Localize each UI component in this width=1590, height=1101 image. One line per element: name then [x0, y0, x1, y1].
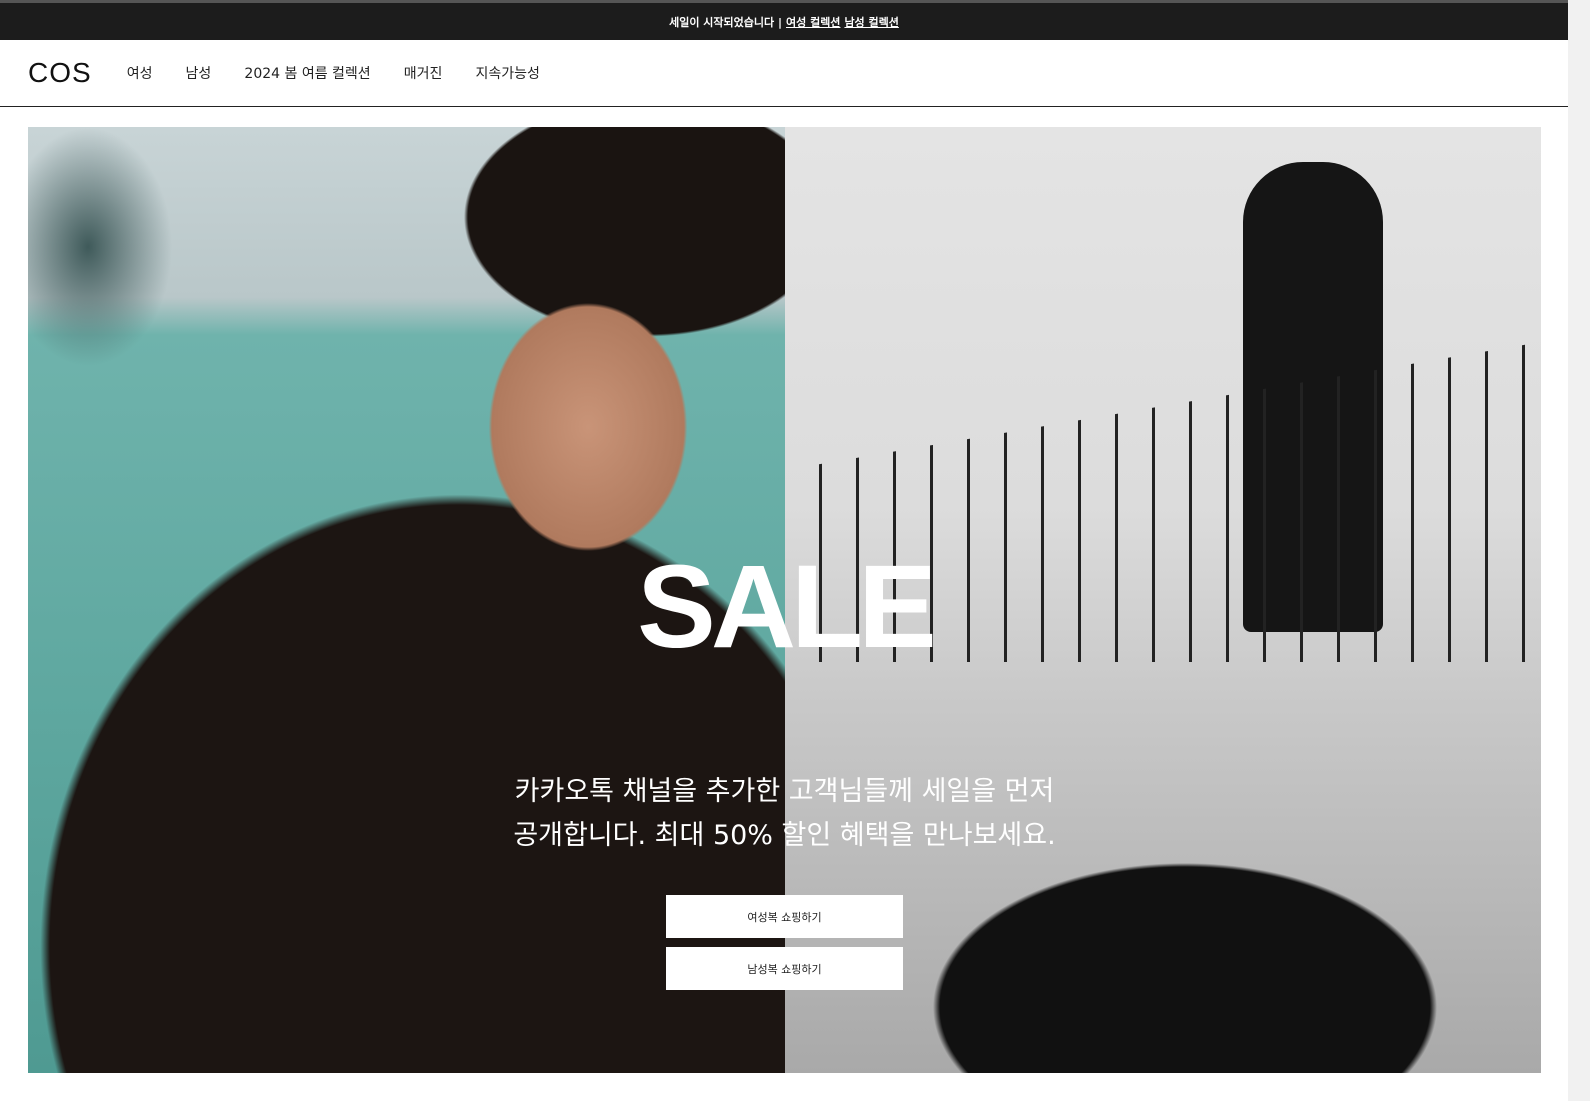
women-collection-link[interactable]: 여성 컬렉션	[786, 14, 840, 30]
nav-sustainability[interactable]: 지속가능성	[476, 66, 540, 82]
nav-women[interactable]: 여성	[127, 66, 153, 82]
shop-men-button[interactable]: 남성복 쇼핑하기	[666, 947, 903, 990]
main-nav: 여성 남성 2024 봄 여름 컬렉션 매거진 지속가능성	[127, 63, 568, 83]
hero-banner[interactable]: SALE 카카오톡 채널을 추가한 고객님들께 세일을 먼저 공개합니다. 최대…	[28, 127, 1541, 1073]
announcement-bar: 세일이 시작되었습니다 | 여성 컬렉션 남성 컬렉션	[0, 0, 1568, 40]
hero-subtitle-line1: 카카오톡 채널을 추가한 고객님들께 세일을 먼저	[514, 776, 1055, 807]
hero-subtitle: 카카오톡 채널을 추가한 고객님들께 세일을 먼저 공개합니다. 최대 50% …	[28, 770, 1541, 858]
site-header: COS 여성 남성 2024 봄 여름 컬렉션 매거진 지속가능성	[0, 40, 1568, 107]
cos-logo[interactable]: COS	[28, 57, 92, 89]
men-collection-link[interactable]: 남성 컬렉션	[844, 14, 898, 30]
announcement-text: 세일이 시작되었습니다 |	[669, 15, 782, 29]
shop-women-button[interactable]: 여성복 쇼핑하기	[666, 895, 903, 938]
hero-title: SALE	[637, 541, 937, 673]
nav-men[interactable]: 남성	[186, 66, 212, 82]
hero-subtitle-line2: 공개합니다. 최대 50% 할인 혜택을 만나보세요.	[513, 820, 1056, 851]
scrollbar[interactable]	[1568, 0, 1590, 1101]
nav-magazine[interactable]: 매거진	[404, 66, 443, 82]
nav-ss24-collection[interactable]: 2024 봄 여름 컬렉션	[244, 66, 370, 82]
